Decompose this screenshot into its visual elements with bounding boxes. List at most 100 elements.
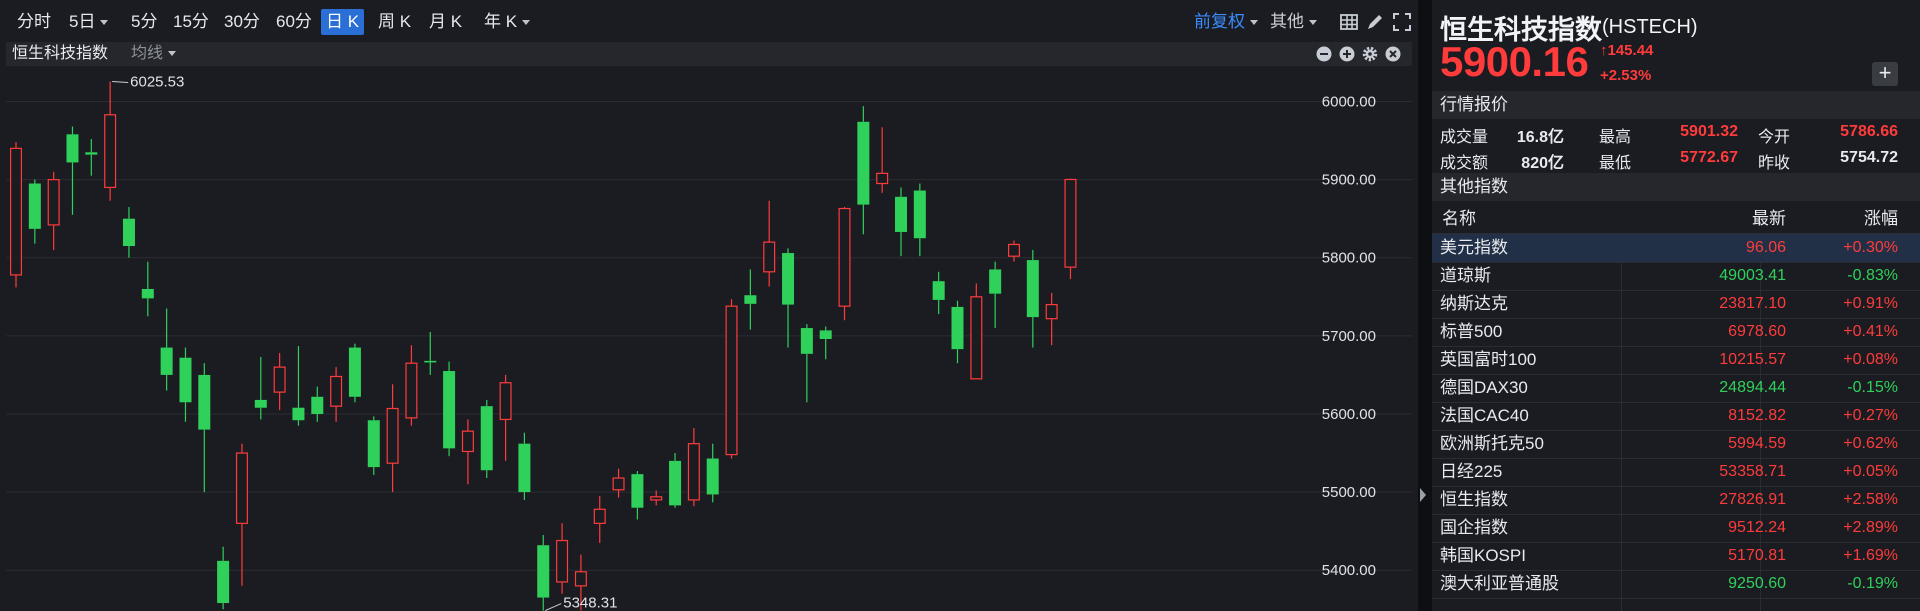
period-tab[interactable]: 月 K	[426, 9, 465, 35]
candle-body	[198, 374, 211, 430]
table-row[interactable]: 美元指数 96.06 +0.30%	[1432, 234, 1920, 263]
candle	[47, 171, 60, 250]
candle-body	[311, 396, 324, 414]
candle	[669, 453, 682, 508]
table-row[interactable]: 欧洲斯托克50 5994.59 +0.62%	[1432, 430, 1920, 459]
candle	[951, 300, 964, 364]
candle-body	[367, 420, 380, 468]
candles	[10, 81, 1077, 611]
candle-body	[461, 430, 474, 453]
period-tab[interactable]: 分时	[14, 9, 54, 35]
index-change-pct: +0.05%	[1843, 463, 1898, 480]
zoom-in-icon[interactable]	[1339, 46, 1355, 62]
current-price: 5900.16	[1440, 38, 1589, 85]
extreme-price-label: 6025.53	[130, 74, 184, 91]
prev-close-label: 昨收	[1758, 155, 1791, 172]
layout-grid-icon[interactable]	[1339, 12, 1359, 32]
candle	[461, 419, 474, 485]
prev-close-value: 5754.72	[1840, 149, 1898, 166]
period-tab-label: 5日	[69, 12, 96, 31]
collapse-arrow-icon[interactable]	[1418, 480, 1428, 510]
index-name: 国企指数	[1440, 518, 1508, 537]
candle	[518, 432, 531, 500]
candle	[179, 347, 192, 422]
index-change-pct: +2.89%	[1843, 519, 1898, 536]
index-price: 27826.91	[1719, 491, 1786, 508]
index-code: (HSTECH)	[1602, 16, 1698, 38]
adjust-dropdown[interactable]: 前复权	[1194, 9, 1258, 35]
ma-dropdown[interactable]: 均线	[131, 42, 177, 66]
candle-body	[819, 330, 832, 339]
period-tab[interactable]: 5日	[66, 9, 111, 35]
candle-body	[386, 407, 399, 464]
add-watchlist-button[interactable]: +	[1872, 62, 1898, 86]
table-row[interactable]: 纳斯达克 23817.10 +0.91%	[1432, 290, 1920, 319]
period-tab[interactable]: 30分	[221, 9, 263, 35]
candle-body	[10, 147, 23, 276]
candle	[311, 386, 324, 422]
period-tab[interactable]: 年 K	[481, 9, 533, 35]
table-row[interactable]: 标普500 6978.60 +0.41%	[1432, 318, 1920, 347]
candle-body	[537, 545, 550, 598]
period-tab[interactable]: 日 K	[321, 9, 365, 35]
open-value: 5786.66	[1840, 123, 1898, 140]
chevron-down-icon	[1250, 20, 1258, 26]
candle	[687, 428, 700, 507]
candle	[725, 299, 738, 459]
period-tab[interactable]: 15分	[170, 9, 212, 35]
period-tab[interactable]: 5分	[128, 9, 160, 35]
candle	[348, 343, 361, 403]
indices-table-header: 名称 最新 涨幅	[1432, 205, 1920, 234]
table-row[interactable]: 日经225 53358.71 +0.05%	[1432, 458, 1920, 487]
table-row[interactable]: 恒生指数 27826.91 +2.58%	[1432, 486, 1920, 515]
index-name: 法国CAC40	[1440, 406, 1529, 425]
candle-body	[254, 399, 267, 408]
low-value: 5772.67	[1680, 149, 1738, 166]
candle	[819, 326, 832, 360]
candle	[122, 206, 135, 258]
candle	[838, 206, 851, 321]
chevron-down-icon	[168, 51, 177, 57]
table-row[interactable]: 德国DAX30 24894.44 -0.15%	[1432, 374, 1920, 403]
price-change-value: 145.44	[1607, 42, 1654, 59]
table-row[interactable]: 韩国KOSPI 5170.81 +1.69%	[1432, 542, 1920, 571]
period-tab[interactable]: 周 K	[375, 9, 414, 35]
turnover-label: 成交额	[1440, 155, 1489, 172]
index-name: 标普500	[1440, 322, 1503, 341]
candle-body	[1045, 304, 1058, 320]
table-row[interactable]: 澳大利亚普通股 9250.60 -0.19%	[1432, 570, 1920, 599]
candle-body	[217, 560, 230, 604]
candle-body	[480, 406, 493, 471]
period-tab[interactable]: 60分	[273, 9, 315, 35]
candle-body	[574, 571, 587, 587]
candle-body	[518, 443, 531, 493]
close-icon[interactable]	[1385, 46, 1401, 62]
fullscreen-icon[interactable]	[1392, 12, 1412, 32]
y-tick-label: 5500.00	[1322, 484, 1376, 501]
market-quote-header: 行情报价	[1432, 91, 1920, 119]
col-latest-header[interactable]: 最新	[1752, 205, 1786, 233]
app-root: 分时 5日 5分 15分 30分 60分日 K 周 K 月 K 年 K 前复权 其他 恒生科技指…	[0, 0, 1920, 611]
other-dropdown[interactable]: 其他	[1270, 9, 1317, 35]
table-row[interactable]: 道琼斯 49003.41 -0.83%	[1432, 262, 1920, 291]
table-row[interactable]: 英国富时100 10215.57 +0.08%	[1432, 346, 1920, 375]
candle-body	[348, 347, 361, 397]
settings-gear-icon[interactable]	[1362, 46, 1378, 62]
col-change-header[interactable]: 涨幅	[1864, 205, 1898, 233]
col-name-header[interactable]: 名称	[1442, 205, 1476, 233]
index-price: 9250.60	[1728, 575, 1786, 592]
table-row[interactable]: 法国CAC40 8152.82 +0.27%	[1432, 402, 1920, 431]
candlestick-chart[interactable]: 6000.00 5900.00 5800.00 5700.00 5600.00 5500.…	[0, 66, 1418, 611]
candle-body	[800, 328, 813, 354]
period-tab-label: 15分	[173, 12, 209, 31]
grid-lines	[6, 101, 1412, 571]
index-price: 10215.57	[1719, 351, 1786, 368]
zoom-out-icon[interactable]	[1316, 46, 1332, 62]
draw-pen-icon[interactable]	[1365, 12, 1385, 32]
period-tab-label: 60分	[276, 12, 312, 31]
candle-body	[857, 121, 870, 205]
index-name: 澳大利亚普通股	[1440, 574, 1559, 593]
period-tab-label: 日 K	[326, 12, 360, 31]
table-row[interactable]: 国企指数 9512.24 +2.89%	[1432, 514, 1920, 543]
candle	[744, 269, 757, 330]
